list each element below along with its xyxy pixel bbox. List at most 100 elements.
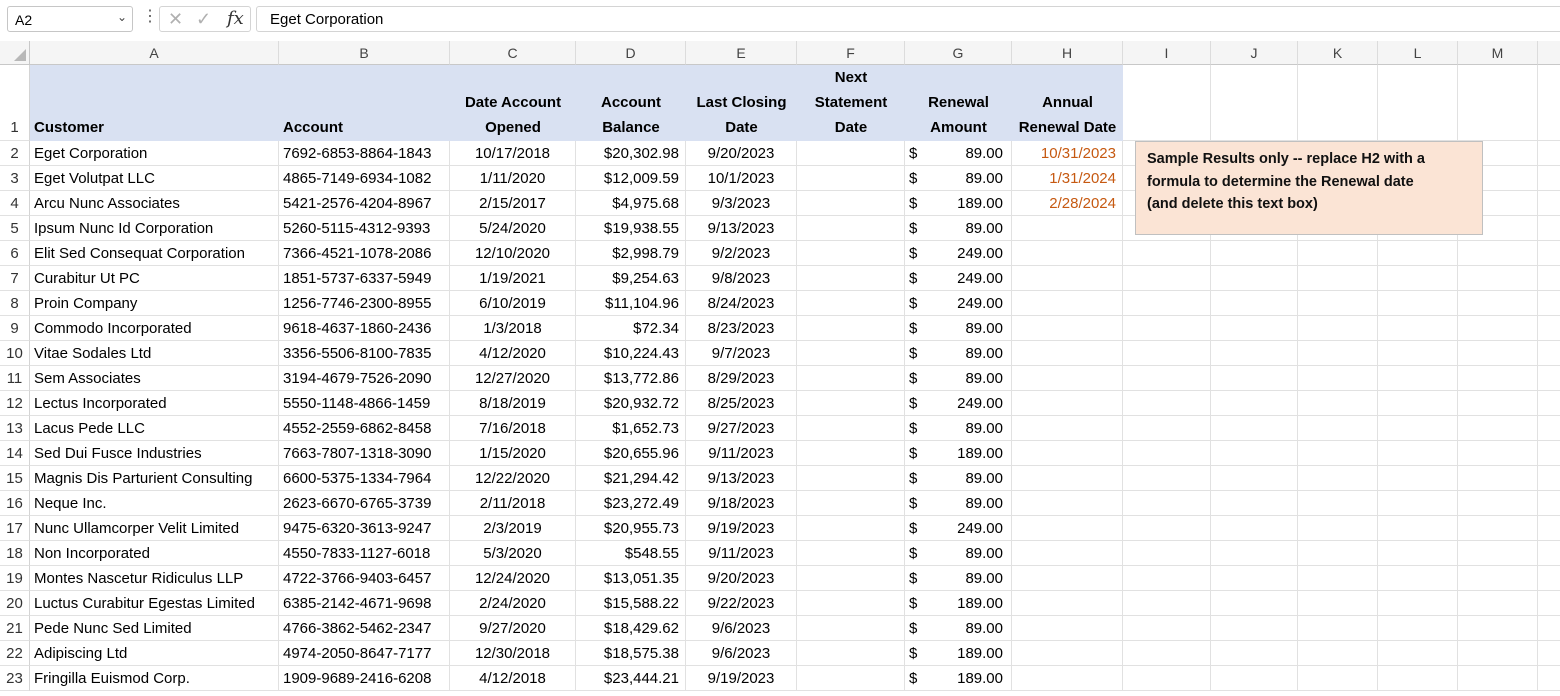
cell-j[interactable] xyxy=(1211,316,1298,341)
cell-m[interactable] xyxy=(1458,616,1538,641)
cell-account[interactable]: 7663-7807-1318-3090 xyxy=(279,441,450,466)
cell-next[interactable] xyxy=(797,516,905,541)
column-header-h[interactable]: H xyxy=(1012,41,1123,65)
cell-annual[interactable] xyxy=(1012,641,1123,666)
cell-n[interactable] xyxy=(1538,491,1560,516)
cell-opened[interactable]: 2/15/2017 xyxy=(450,191,576,216)
row-number-1[interactable]: 1 xyxy=(0,65,30,141)
cell-n[interactable] xyxy=(1538,516,1560,541)
cell-n[interactable] xyxy=(1538,191,1560,216)
cell-j[interactable] xyxy=(1211,666,1298,691)
cell-n[interactable] xyxy=(1538,591,1560,616)
cell-account[interactable]: 3194-4679-7526-2090 xyxy=(279,366,450,391)
cell-balance[interactable]: $20,655.96 xyxy=(576,441,686,466)
cell-j[interactable] xyxy=(1211,541,1298,566)
cell-n[interactable] xyxy=(1538,216,1560,241)
cell-annual[interactable] xyxy=(1012,591,1123,616)
cell-amount[interactable]: $189.00 xyxy=(905,191,1012,216)
row-number[interactable]: 16 xyxy=(0,491,30,516)
cell-opened[interactable]: 1/3/2018 xyxy=(450,316,576,341)
formula-input[interactable]: Eget Corporation xyxy=(256,6,1560,32)
sample-results-text-box[interactable]: Sample Results only -- replace H2 with a… xyxy=(1135,141,1483,235)
cell-j[interactable] xyxy=(1211,391,1298,416)
cell-k[interactable] xyxy=(1298,291,1378,316)
cell-m[interactable] xyxy=(1458,541,1538,566)
cell-m[interactable] xyxy=(1458,566,1538,591)
cell-annual[interactable] xyxy=(1012,241,1123,266)
cell-balance[interactable]: $2,998.79 xyxy=(576,241,686,266)
cell-i[interactable] xyxy=(1123,266,1211,291)
cell-i[interactable] xyxy=(1123,316,1211,341)
cell-i[interactable] xyxy=(1123,416,1211,441)
cell-customer[interactable]: Lacus Pede LLC xyxy=(30,416,279,441)
cell-balance[interactable]: $13,051.35 xyxy=(576,566,686,591)
header-date-opened[interactable]: Date Account Opened xyxy=(450,65,576,141)
cell-opened[interactable]: 12/10/2020 xyxy=(450,241,576,266)
cell-next[interactable] xyxy=(797,391,905,416)
cell-opened[interactable]: 2/3/2019 xyxy=(450,516,576,541)
cell-account[interactable]: 4766-3862-5462-2347 xyxy=(279,616,450,641)
cell-account[interactable]: 9618-4637-1860-2436 xyxy=(279,316,450,341)
cell-l[interactable] xyxy=(1378,341,1458,366)
cell-balance[interactable]: $4,975.68 xyxy=(576,191,686,216)
cell-opened[interactable]: 4/12/2018 xyxy=(450,666,576,691)
cell-customer[interactable]: Nunc Ullamcorper Velit Limited xyxy=(30,516,279,541)
cell-amount[interactable]: $89.00 xyxy=(905,366,1012,391)
cell-account[interactable]: 2623-6670-6765-3739 xyxy=(279,491,450,516)
row-number[interactable]: 11 xyxy=(0,366,30,391)
cell-customer[interactable]: Fringilla Euismod Corp. xyxy=(30,666,279,691)
cell-m[interactable] xyxy=(1458,291,1538,316)
cell-k[interactable] xyxy=(1298,616,1378,641)
cell-j[interactable] xyxy=(1211,516,1298,541)
cell-balance[interactable]: $548.55 xyxy=(576,541,686,566)
header-customer[interactable]: Customer xyxy=(30,65,279,141)
cell-account[interactable]: 7366-4521-1078-2086 xyxy=(279,241,450,266)
cell-k[interactable] xyxy=(1298,516,1378,541)
row-number[interactable]: 23 xyxy=(0,666,30,691)
cell-i[interactable] xyxy=(1123,491,1211,516)
cell-l[interactable] xyxy=(1378,391,1458,416)
cell-i1[interactable] xyxy=(1123,65,1211,141)
cell-closing[interactable]: 8/29/2023 xyxy=(686,366,797,391)
cell-n[interactable] xyxy=(1538,241,1560,266)
cell-annual[interactable] xyxy=(1012,491,1123,516)
cell-balance[interactable]: $12,009.59 xyxy=(576,166,686,191)
cell-account[interactable]: 5260-5115-4312-9393 xyxy=(279,216,450,241)
cell-m[interactable] xyxy=(1458,591,1538,616)
cell-next[interactable] xyxy=(797,291,905,316)
cell-k[interactable] xyxy=(1298,541,1378,566)
cell-amount[interactable]: $89.00 xyxy=(905,466,1012,491)
cell-next[interactable] xyxy=(797,266,905,291)
cell-balance[interactable]: $1,652.73 xyxy=(576,416,686,441)
cell-l[interactable] xyxy=(1378,641,1458,666)
cell-m[interactable] xyxy=(1458,366,1538,391)
cell-k[interactable] xyxy=(1298,491,1378,516)
cell-l[interactable] xyxy=(1378,266,1458,291)
row-number[interactable]: 7 xyxy=(0,266,30,291)
cell-amount[interactable]: $189.00 xyxy=(905,666,1012,691)
select-all-corner[interactable] xyxy=(0,41,30,65)
cell-account[interactable]: 4865-7149-6934-1082 xyxy=(279,166,450,191)
cell-l[interactable] xyxy=(1378,516,1458,541)
cell-balance[interactable]: $21,294.42 xyxy=(576,466,686,491)
header-annual-renewal[interactable]: Annual Renewal Date xyxy=(1012,65,1123,141)
cell-n[interactable] xyxy=(1538,316,1560,341)
cell-next[interactable] xyxy=(797,441,905,466)
cell-j[interactable] xyxy=(1211,466,1298,491)
cell-annual[interactable] xyxy=(1012,566,1123,591)
cell-j[interactable] xyxy=(1211,341,1298,366)
cell-customer[interactable]: Pede Nunc Sed Limited xyxy=(30,616,279,641)
cell-n[interactable] xyxy=(1538,416,1560,441)
cell-l[interactable] xyxy=(1378,366,1458,391)
cell-opened[interactable]: 9/27/2020 xyxy=(450,616,576,641)
row-number[interactable]: 15 xyxy=(0,466,30,491)
cell-i[interactable] xyxy=(1123,441,1211,466)
cell-annual[interactable] xyxy=(1012,666,1123,691)
cell-k[interactable] xyxy=(1298,241,1378,266)
cell-m[interactable] xyxy=(1458,666,1538,691)
cell-amount[interactable]: $189.00 xyxy=(905,441,1012,466)
cell-account[interactable]: 4550-7833-1127-6018 xyxy=(279,541,450,566)
cell-m[interactable] xyxy=(1458,391,1538,416)
cell-j[interactable] xyxy=(1211,291,1298,316)
cell-amount[interactable]: $249.00 xyxy=(905,291,1012,316)
